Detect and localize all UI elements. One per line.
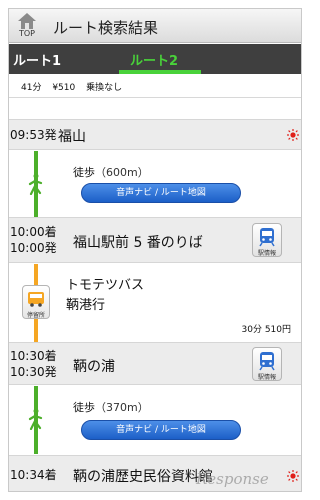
- station-info-label: 駅情報: [257, 250, 276, 257]
- bus-destination: 鞆港行: [66, 298, 106, 313]
- station-departure[interactable]: 09:53発 福山: [9, 119, 301, 150]
- watermark: Response: [196, 470, 269, 488]
- voice-nav-map-button[interactable]: 音声ナビ / ルート地図: [81, 183, 241, 203]
- bus-segment: 停留所 トモテツバス 鞆港行 30分 510円: [9, 264, 301, 342]
- home-icon: [18, 13, 36, 29]
- stop2-name: 鞆の浦: [73, 359, 115, 375]
- summary-transfer: 乗換なし: [86, 83, 123, 93]
- walk-icon: [28, 408, 43, 430]
- summary-duration: 41分: [21, 83, 42, 93]
- summary-fare: ¥510: [52, 83, 76, 93]
- bus-stop-button[interactable]: 停留所: [22, 285, 50, 319]
- walk-segment-1: 徒歩（600m） 音声ナビ / ルート地図: [9, 151, 301, 217]
- walk-icon: [28, 173, 43, 195]
- stop2-depart-time: 10:30発: [10, 365, 57, 379]
- walk-label-2: 徒歩（370m）: [73, 399, 149, 415]
- top-label: TOP: [18, 29, 35, 38]
- stop2-arrive-time: 10:30着: [10, 349, 57, 363]
- bus-time-fare: 30分 510円: [241, 325, 292, 335]
- station-stop-2[interactable]: 10:30着 10:30発 鞆の浦 駅情報: [9, 342, 301, 385]
- train-icon: [259, 228, 275, 247]
- stop1-name: 福山駅前 5 番のりば: [73, 235, 203, 251]
- voice-nav-map-button-2[interactable]: 音声ナビ / ルート地図: [81, 420, 241, 440]
- walk-mode: 徒歩: [73, 166, 95, 179]
- bus-line-name: トモテツバス: [66, 278, 145, 293]
- departure-time: 09:53発: [10, 128, 57, 142]
- station-stop-1[interactable]: 10:00着 10:00発 福山駅前 5 番のりば 駅情報: [9, 217, 301, 263]
- bus-stop-label: 停留所: [26, 312, 45, 319]
- walk-segment-2: 徒歩（370m） 音声ナビ / ルート地図: [9, 386, 301, 454]
- sun-icon: [287, 470, 299, 482]
- train-icon: [259, 352, 275, 371]
- app-header: TOP ルート検索結果: [9, 9, 301, 43]
- sun-icon: [287, 129, 299, 141]
- station-info-button-2[interactable]: 駅情報: [252, 347, 282, 381]
- tab-route-2[interactable]: ルート2: [130, 50, 178, 69]
- stop1-arrive-time: 10:00着: [10, 225, 57, 239]
- stop1-depart-time: 10:00発: [10, 241, 57, 255]
- route-result-screen: TOP ルート検索結果 ルート1 ルート2 41分 ¥510 乗換なし 09:5…: [8, 8, 302, 492]
- walk-mode-2: 徒歩: [73, 401, 95, 414]
- walk-distance: （600m）: [95, 166, 149, 179]
- station-info-label-2: 駅情報: [257, 374, 276, 381]
- route-summary: 41分 ¥510 乗換なし: [9, 74, 301, 98]
- top-home-button[interactable]: TOP: [12, 12, 42, 40]
- tab-route-1[interactable]: ルート1: [13, 50, 61, 69]
- walk-distance-2: （370m）: [95, 401, 149, 414]
- arrival-station-name: 鞆の浦歴史民俗資料館: [73, 469, 213, 485]
- departure-station-name: 福山: [58, 129, 86, 145]
- route-tabs: ルート1 ルート2: [9, 44, 301, 74]
- walk-label: 徒歩（600m）: [73, 164, 149, 180]
- bus-icon: [28, 292, 44, 307]
- station-info-button[interactable]: 駅情報: [252, 223, 282, 257]
- page-title: ルート検索結果: [53, 19, 159, 37]
- arrival-time: 10:34着: [10, 468, 57, 482]
